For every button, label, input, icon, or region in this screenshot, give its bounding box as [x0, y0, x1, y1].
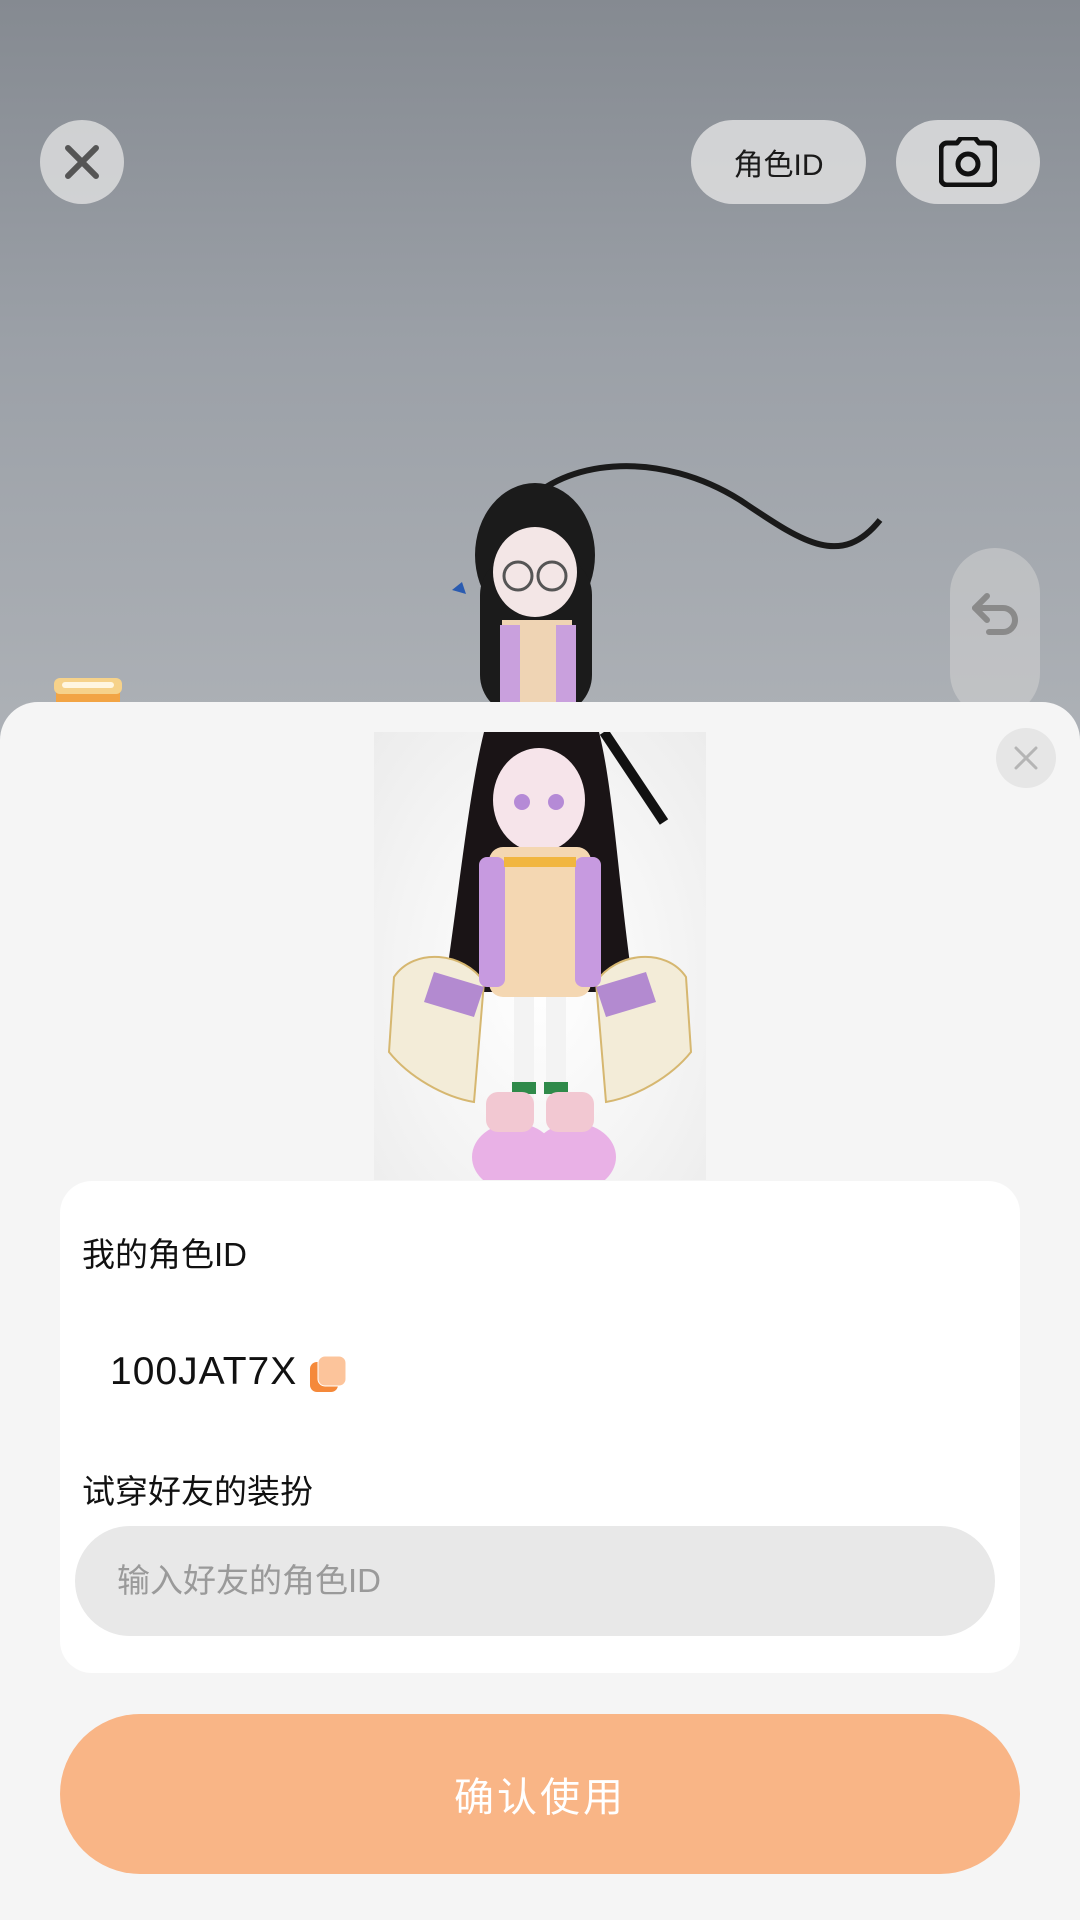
my-role-id-label: 我的角色ID	[82, 1236, 247, 1273]
try-friend-outfit-label: 试穿好友的装扮	[82, 1473, 313, 1510]
friend-role-id-input[interactable]	[75, 1526, 995, 1636]
role-id-button-label: 角色ID	[733, 149, 824, 182]
undo-button[interactable]	[950, 548, 1040, 718]
scene-avatar	[452, 463, 883, 720]
close-icon	[65, 145, 99, 179]
sheet-close-button[interactable]	[996, 728, 1056, 788]
close-button[interactable]	[40, 120, 124, 204]
avatar-preview	[374, 732, 706, 1180]
confirm-button-label: 确认使用	[454, 1776, 626, 1820]
confirm-button[interactable]: 确认使用	[60, 1714, 1020, 1874]
role-id-button[interactable]: 角色ID	[691, 120, 866, 204]
avatar-figure	[387, 732, 693, 1180]
my-role-id-value: 100JAT7X	[110, 1350, 298, 1393]
camera-button[interactable]	[896, 120, 1040, 204]
camera-icon	[939, 137, 997, 187]
undo-icon	[972, 593, 1018, 635]
avatar-scene	[0, 0, 1080, 760]
close-icon	[1014, 746, 1038, 770]
copy-icon[interactable]	[308, 1354, 348, 1394]
